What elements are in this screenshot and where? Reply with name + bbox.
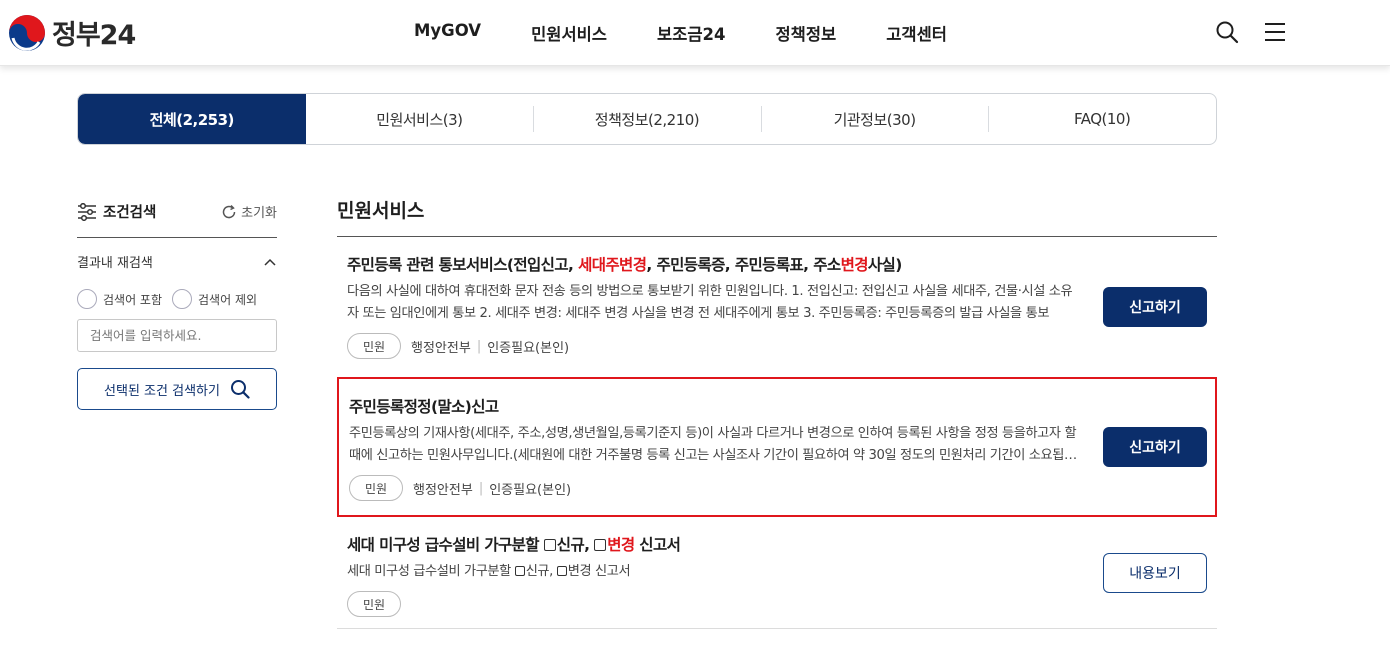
agency-name: 행정안전부 — [413, 482, 473, 498]
refine-search-label: 결과내 재검색 — [77, 256, 153, 271]
result-item-highlighted: 주민등록정정(말소)신고 주민등록상의 기재사항(세대주, 주소,성명,생년월일… — [337, 377, 1217, 517]
checkbox-symbol-icon — [594, 539, 607, 551]
result-title[interactable]: 주민등록정정(말소)신고 — [349, 395, 1205, 417]
filter-title: 조건검색 — [77, 201, 156, 222]
report-button[interactable]: 신고하기 — [1103, 287, 1207, 327]
agency-name: 행정안전부 — [411, 340, 471, 356]
menu-icon[interactable] — [1263, 20, 1287, 44]
desc-part: 신규, — [525, 564, 557, 579]
title-part: , 주민등록증, 주민등록표, 주소 — [646, 256, 841, 274]
desc-part: 세대 미구성 급수설비 가구분할 — [347, 564, 515, 579]
result-title[interactable]: 세대 미구성 급수설비 가구분할 신규, 변경 신고서 — [347, 533, 1207, 555]
radio-include-label: 검색어 포함 — [103, 292, 163, 307]
apply-filter-button[interactable]: 선택된 조건 검색하기 — [77, 368, 277, 410]
tab-faq[interactable]: FAQ(10) — [988, 94, 1216, 144]
checkbox-symbol-icon — [556, 566, 567, 576]
government-logo[interactable]: 정부24 — [8, 13, 136, 52]
category-badge: 민원 — [347, 591, 401, 617]
checkbox-symbol-icon — [514, 566, 525, 576]
results-main: 민원서비스 주민등록 관련 통보서비스(전입신고, 세대주변경, 주민등록증, … — [337, 196, 1217, 629]
reset-button[interactable]: 초기화 — [221, 202, 277, 221]
title-highlight: 변경 — [607, 536, 635, 554]
title-part: 주민등록 관련 통보서비스(전입신고, — [347, 256, 579, 274]
search-icon — [230, 380, 250, 399]
filter-title-label: 조건검색 — [103, 205, 157, 221]
sliders-icon — [78, 202, 96, 221]
title-part: 사실) — [867, 256, 902, 274]
radio-exclude[interactable]: 검색어 제외 — [172, 289, 257, 309]
checkbox-symbol-icon — [543, 539, 556, 551]
refine-search-input[interactable] — [77, 319, 277, 352]
result-title[interactable]: 주민등록 관련 통보서비스(전입신고, 세대주변경, 주민등록증, 주민등록표,… — [347, 253, 1207, 275]
nav-customer-center[interactable]: 고객센터 — [886, 21, 947, 45]
filter-header: 조건검색 초기화 — [77, 196, 277, 238]
desc-part: 변경 신고서 — [567, 564, 631, 579]
nav-subsidy24[interactable]: 보조금24 — [657, 21, 726, 45]
refresh-icon — [222, 204, 236, 218]
section-title: 민원서비스 — [337, 196, 1217, 237]
tab-policy-info[interactable]: 정책정보(2,210) — [533, 94, 761, 144]
auth-requirement: 인증필요(본인) — [487, 340, 570, 356]
auth-requirement: 인증필요(본인) — [489, 482, 572, 498]
result-meta: 민원 — [347, 591, 1207, 617]
result-item: 주민등록 관련 통보서비스(전입신고, 세대주변경, 주민등록증, 주민등록표,… — [337, 237, 1217, 375]
main-nav: MyGOV 민원서비스 보조금24 정책정보 고객센터 — [414, 21, 997, 45]
nav-policy-info[interactable]: 정책정보 — [776, 21, 837, 45]
chevron-up-icon — [264, 258, 276, 266]
logo-text: 정부24 — [52, 20, 136, 51]
filter-sidebar: 조건검색 초기화 결과내 재검색 검색어 포함 검색어 제외 선택된 조건 검색… — [77, 196, 277, 410]
title-highlight: 변경 — [840, 256, 869, 274]
meta-divider: | — [478, 480, 484, 496]
taegeuk-icon — [9, 14, 45, 51]
category-badge: 민원 — [347, 333, 401, 359]
reset-label: 초기화 — [241, 206, 277, 221]
apply-filter-label: 선택된 조건 검색하기 — [104, 383, 220, 399]
result-description: 주민등록상의 기재사항(세대주, 주소,성명,생년월일,등록기준지 등)이 사실… — [349, 426, 1077, 463]
nav-civil-service[interactable]: 민원서비스 — [531, 21, 607, 45]
report-button[interactable]: 신고하기 — [1103, 427, 1207, 467]
tab-civil-service[interactable]: 민원서비스(3) — [306, 94, 534, 144]
tab-all[interactable]: 전체(2,253) — [78, 94, 306, 144]
title-part: 신규, — [556, 536, 595, 554]
title-part: 세대 미구성 급수설비 가구분할 — [347, 536, 544, 554]
radio-include-circle[interactable] — [77, 289, 97, 309]
view-details-button[interactable]: 내용보기 — [1103, 553, 1207, 593]
category-badge: 민원 — [349, 475, 403, 501]
tab-agency-info[interactable]: 기관정보(30) — [760, 94, 989, 144]
result-meta: 민원 행정안전부 | 인증필요(본인) — [347, 333, 1207, 359]
title-part: 신고서 — [634, 536, 681, 554]
radio-include[interactable]: 검색어 포함 — [77, 289, 162, 309]
radio-exclude-circle[interactable] — [172, 289, 193, 309]
refine-search-toggle[interactable]: 결과내 재검색 — [77, 252, 277, 271]
result-description: 세대 미구성 급수설비 가구분할 신규, 변경 신고서 — [347, 561, 1082, 583]
result-meta: 민원 행정안전부 | 인증필요(본인) — [349, 475, 1205, 501]
top-header: 정부24 MyGOV 민원서비스 보조금24 정책정보 고객센터 — [0, 0, 1390, 66]
search-icon[interactable] — [1215, 20, 1239, 44]
radio-exclude-label: 검색어 제외 — [198, 292, 258, 307]
result-item: 세대 미구성 급수설비 가구분할 신규, 변경 신고서 세대 미구성 급수설비 … — [337, 517, 1217, 629]
title-highlight: 세대주변경 — [578, 256, 647, 274]
nav-mygov[interactable]: MyGOV — [414, 21, 481, 45]
result-category-tabs: 전체(2,253) 민원서비스(3) 정책정보(2,210) 기관정보(30) … — [77, 93, 1217, 145]
result-description: 다음의 사실에 대하여 휴대전화 문자 전송 등의 방법으로 통보받기 위한 민… — [347, 284, 1073, 321]
search-mode-radios: 검색어 포함 검색어 제외 — [77, 289, 277, 309]
meta-divider: | — [476, 338, 482, 354]
